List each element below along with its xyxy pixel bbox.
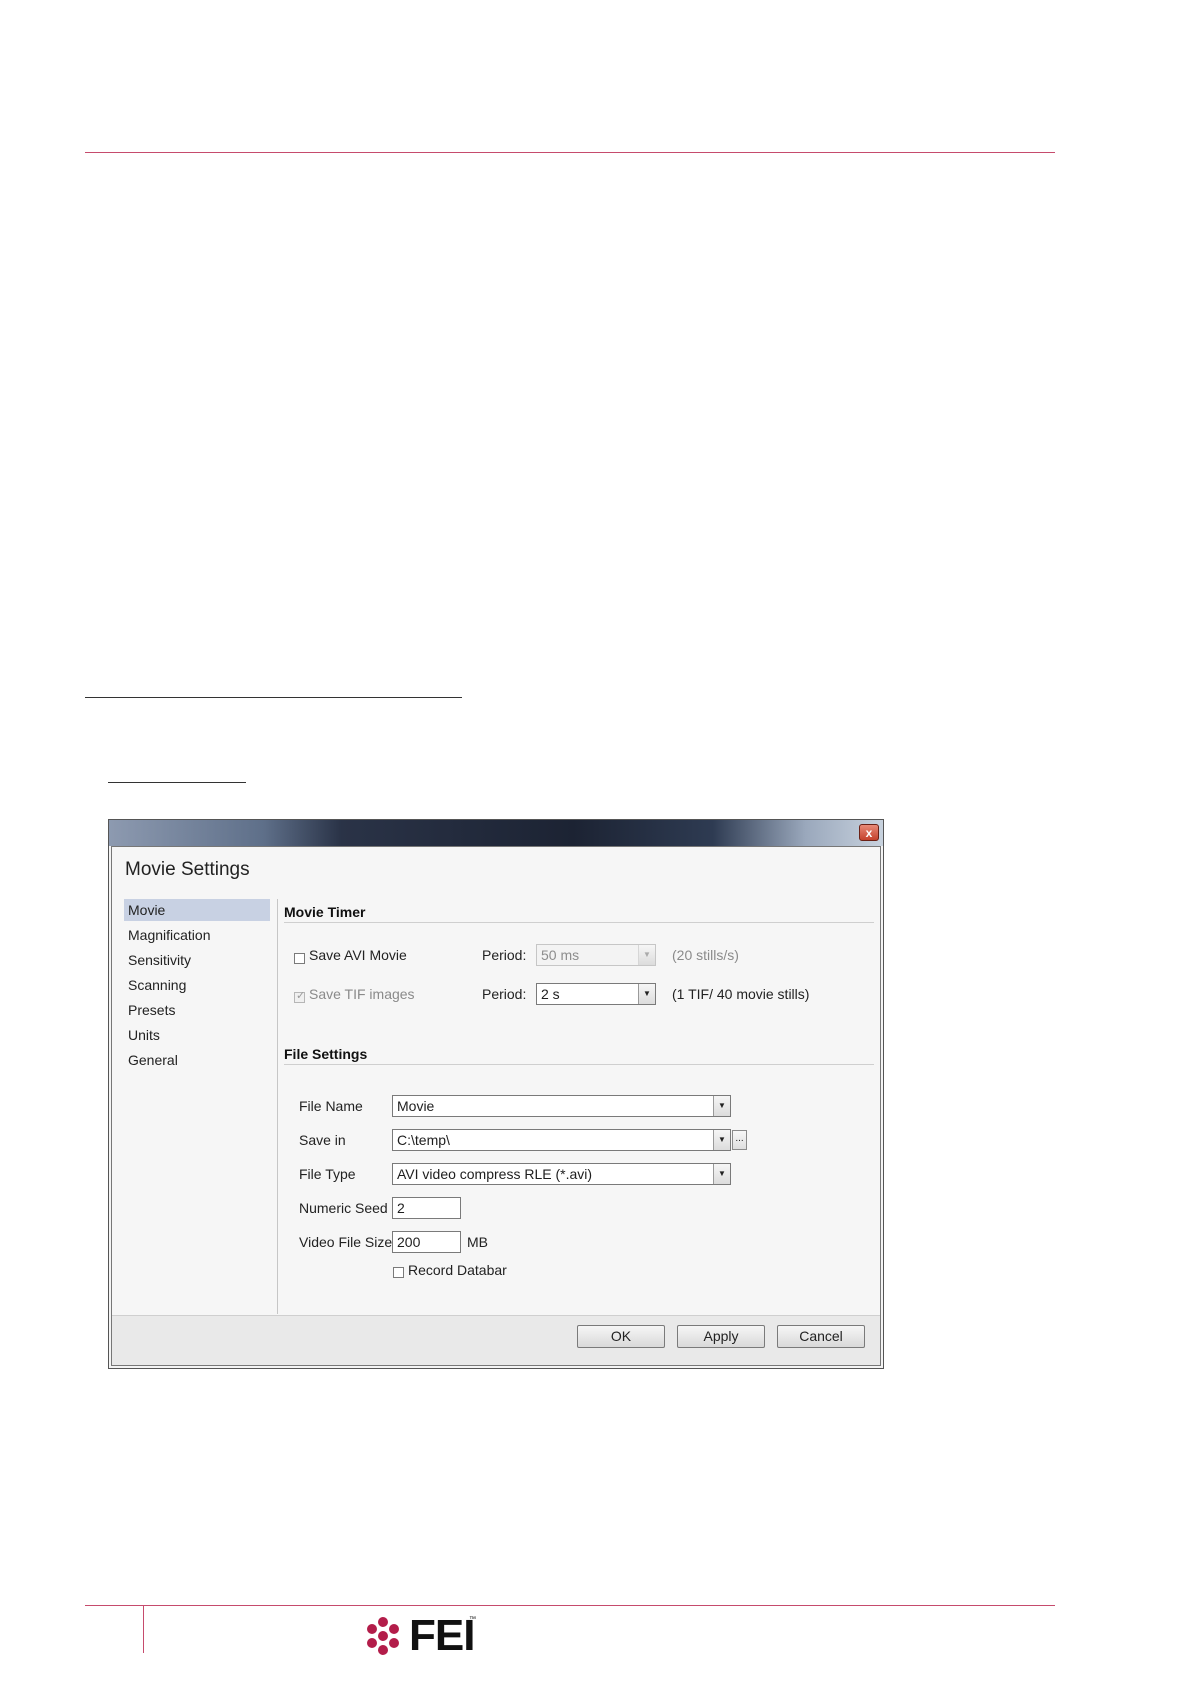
save-avi-checkbox[interactable] (294, 953, 305, 964)
nav-item-movie[interactable]: Movie (124, 899, 270, 921)
fei-logo-text: FEI (409, 1611, 475, 1660)
movie-settings-dialog: x Movie Settings Movie Magnification Sen… (108, 819, 884, 1369)
fei-logo-mark-icon (367, 1617, 399, 1655)
nav-item-general[interactable]: General (124, 1049, 270, 1071)
video-file-size-label: Video File Size (299, 1234, 393, 1250)
avi-period-value: 50 ms (541, 947, 580, 963)
numeric-seed-input[interactable]: 2 (392, 1197, 461, 1219)
cancel-button[interactable]: Cancel (777, 1325, 865, 1348)
footer-vertical-rule (143, 1605, 144, 1653)
fei-logo: FEI ™ (362, 1611, 482, 1660)
tif-rate-text: (1 TIF/ 40 movie stills) (672, 986, 810, 1002)
browse-button[interactable]: ... (732, 1130, 747, 1150)
file-name-select[interactable]: Movie ▼ (392, 1095, 731, 1117)
chevron-down-icon: ▼ (638, 984, 655, 1004)
video-file-size-unit: MB (467, 1234, 488, 1250)
save-avi-label: Save AVI Movie (309, 947, 407, 963)
chevron-down-icon: ▼ (713, 1164, 730, 1184)
trademark-symbol: ™ (469, 1616, 476, 1623)
avi-rate-text: (20 stills/s) (672, 947, 739, 963)
nav-item-sensitivity[interactable]: Sensitivity (124, 949, 270, 971)
tif-period-value: 2 s (541, 986, 560, 1002)
close-button[interactable]: x (859, 824, 879, 841)
file-type-select[interactable]: AVI video compress RLE (*.avi) ▼ (392, 1163, 731, 1185)
video-file-size-value: 200 (397, 1234, 421, 1250)
file-name-label: File Name (299, 1098, 363, 1114)
close-icon: x (865, 826, 873, 840)
record-databar-label: Record Databar (408, 1262, 507, 1278)
numeric-seed-label: Numeric Seed (299, 1200, 388, 1216)
nav-item-scanning[interactable]: Scanning (124, 974, 270, 996)
record-databar-checkbox[interactable] (393, 1267, 404, 1278)
apply-button[interactable]: Apply (677, 1325, 765, 1348)
dialog-footer: OK Apply Cancel (112, 1316, 880, 1365)
file-type-value: AVI video compress RLE (*.avi) (397, 1166, 593, 1182)
movie-timer-divider (284, 922, 874, 923)
ok-button[interactable]: OK (577, 1325, 665, 1348)
numeric-seed-value: 2 (397, 1200, 405, 1216)
subheading-underline (108, 782, 246, 783)
tif-period-select[interactable]: 2 s ▼ (536, 983, 656, 1005)
chevron-down-icon: ▼ (713, 1096, 730, 1116)
window-titlebar[interactable]: x (109, 820, 883, 846)
save-tif-checkbox[interactable]: ✓ (294, 990, 306, 1003)
chevron-down-icon: ▼ (713, 1130, 730, 1150)
footer-rule (85, 1605, 1055, 1606)
save-in-select[interactable]: C:\temp\ ▼ (392, 1129, 731, 1151)
settings-nav: Movie Magnification Sensitivity Scanning… (124, 899, 270, 1074)
nav-divider (277, 899, 278, 1314)
file-name-value: Movie (397, 1098, 435, 1114)
tif-period-label: Period: (482, 986, 527, 1002)
file-type-label: File Type (299, 1166, 356, 1182)
avi-period-label: Period: (482, 947, 527, 963)
heading-underline (85, 697, 462, 698)
ellipsis-icon: ... (735, 1133, 744, 1144)
header-rule (85, 152, 1055, 153)
save-in-value: C:\temp\ (397, 1132, 450, 1148)
file-settings-divider (284, 1064, 874, 1065)
dialog-title: Movie Settings (125, 859, 250, 880)
movie-timer-title: Movie Timer (284, 904, 366, 920)
save-in-label: Save in (299, 1132, 346, 1148)
nav-item-presets[interactable]: Presets (124, 999, 270, 1021)
video-file-size-input[interactable]: 200 (392, 1231, 461, 1253)
checkmark-icon: ✓ (296, 990, 306, 1002)
nav-item-units[interactable]: Units (124, 1024, 270, 1046)
file-settings-title: File Settings (284, 1046, 368, 1062)
nav-item-magnification[interactable]: Magnification (124, 924, 270, 946)
avi-period-select[interactable]: 50 ms ▼ (536, 944, 656, 966)
chevron-down-icon: ▼ (638, 945, 655, 965)
dialog-body: Movie Settings Movie Magnification Sensi… (111, 846, 881, 1366)
save-tif-label: Save TIF images (309, 986, 415, 1002)
